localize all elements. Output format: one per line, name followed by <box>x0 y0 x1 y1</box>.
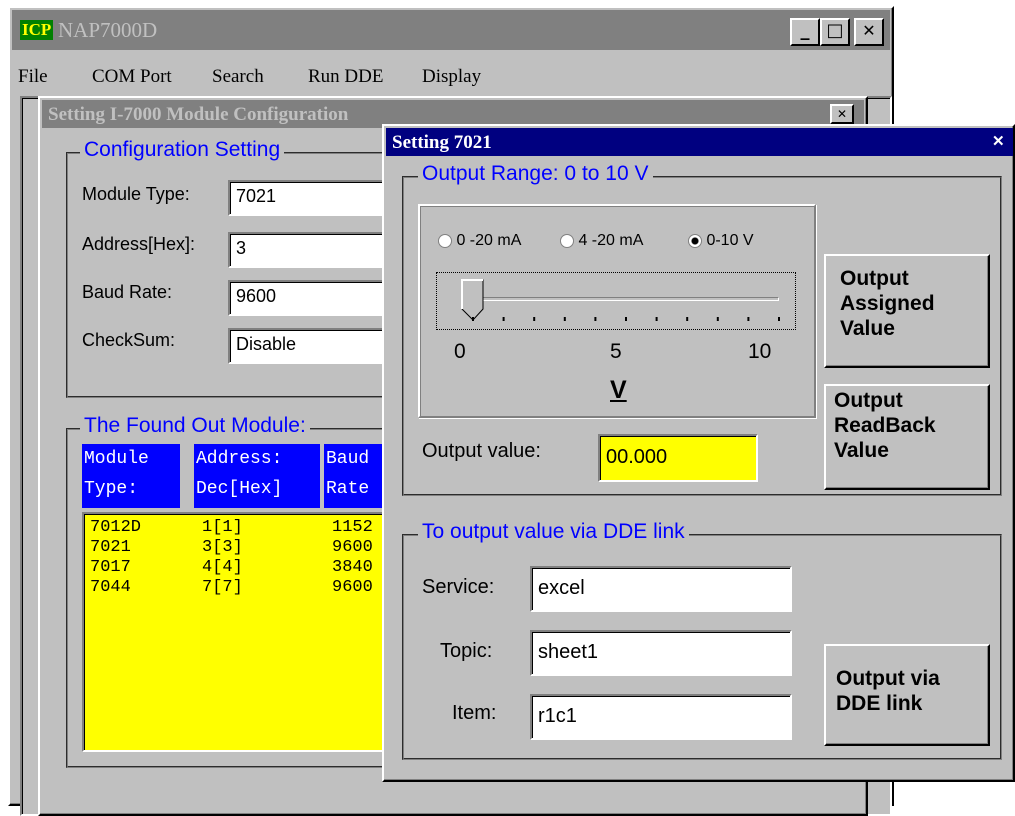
menu-search[interactable]: Search <box>212 66 264 88</box>
radio-0-10v[interactable]: 0-10 V <box>688 232 754 250</box>
radio-label: 4 -20 mA <box>578 232 644 249</box>
header-baud-rate: Baud Rate <box>324 444 384 508</box>
config-close-button[interactable]: ✕ <box>830 104 854 124</box>
config-window-title: Setting I-7000 Module Configuration <box>48 104 349 125</box>
list-item-type: 7017 <box>90 558 131 577</box>
icp-logo-icon: ICP <box>20 20 54 40</box>
list-item-address: 7[7] <box>202 578 243 597</box>
found-module-title: The Found Out Module: <box>80 414 310 438</box>
maximize-button[interactable]: □ <box>820 18 850 46</box>
radio-label: 0-10 V <box>706 232 754 249</box>
list-item-type: 7044 <box>90 578 131 597</box>
header-address-line1: Address: <box>196 449 283 469</box>
unit-label: V <box>610 376 627 404</box>
header-module-type-line1: Module <box>84 449 149 469</box>
setting-dialog-close-icon[interactable]: ✕ <box>992 132 1005 151</box>
list-item-baud: 9600 <box>332 538 373 557</box>
output-range-title: Output Range: 0 to 10 V <box>418 162 653 186</box>
setting-7021-dialog: Setting 7021 ✕ Output Range: 0 to 10 V 0… <box>382 124 1015 782</box>
service-field[interactable]: excel <box>530 566 792 612</box>
list-item-type: 7012D <box>90 518 142 537</box>
voltage-slider[interactable] <box>436 272 796 330</box>
menu-display[interactable]: Display <box>422 66 481 88</box>
radio-unchecked-icon <box>560 233 574 248</box>
list-item[interactable]: 7012D 1[1] 1152 <box>90 518 414 538</box>
radio-label: 0 -20 mA <box>456 232 522 249</box>
list-item-baud: 9600 <box>332 578 373 597</box>
list-item-address: 3[3] <box>202 538 243 557</box>
menu-com-port[interactable]: COM Port <box>92 66 172 88</box>
list-item[interactable]: 7044 7[7] 9600 <box>90 578 414 598</box>
radio-checked-icon <box>688 233 702 248</box>
radio-unchecked-icon <box>438 233 452 248</box>
checksum-label: CheckSum: <box>82 330 176 350</box>
item-field[interactable]: r1c1 <box>530 694 792 740</box>
tick-label-5: 5 <box>610 340 622 363</box>
header-address: Address: Dec[Hex] <box>194 444 320 508</box>
header-module-type-line2: Type: <box>84 479 139 499</box>
found-module-list[interactable]: 7012D 1[1] 1152 7021 3[3] 9600 7017 4[4]… <box>82 512 422 752</box>
setting-dialog-titlebar[interactable]: Setting 7021 ✕ <box>386 128 1013 156</box>
list-item[interactable]: 7017 4[4] 3840 <box>90 558 414 578</box>
menu-run-dde[interactable]: Run DDE <box>308 66 383 88</box>
baud-rate-label: Baud Rate: <box>82 282 173 302</box>
slider-track <box>473 297 779 301</box>
radio-0-20ma[interactable]: 0 -20 mA <box>438 232 521 250</box>
slider-ticks <box>472 317 780 321</box>
module-type-label: Module Type: <box>82 184 190 204</box>
list-item-address: 4[4] <box>202 558 243 577</box>
list-item-type: 7021 <box>90 538 131 557</box>
address-label: Address[Hex]: <box>82 234 196 254</box>
header-baud-line2: Rate <box>326 479 370 499</box>
output-value-field[interactable]: 00.000 <box>598 434 758 482</box>
header-baud-line1: Baud <box>326 449 370 469</box>
header-address-line2: Dec[Hex] <box>196 479 283 499</box>
tick-label-0: 0 <box>454 340 466 363</box>
output-value-label: Output value: <box>422 440 541 462</box>
service-label: Service: <box>422 576 495 598</box>
item-label: Item: <box>452 702 497 724</box>
list-item-baud: 3840 <box>332 558 373 577</box>
tick-label-10: 10 <box>748 340 772 363</box>
minimize-button[interactable]: _ <box>790 18 820 46</box>
header-module-type: Module Type: <box>82 444 180 508</box>
menu-bar: File COM Port Search Run DDE Display <box>12 64 890 94</box>
topic-label: Topic: <box>440 640 493 662</box>
menu-file[interactable]: File <box>18 66 48 88</box>
output-readback-value-button[interactable]: Output ReadBack Value <box>824 384 990 490</box>
config-setting-title: Configuration Setting <box>80 138 285 162</box>
list-item-address: 1[1] <box>202 518 243 537</box>
radio-4-20ma[interactable]: 4 -20 mA <box>560 232 643 250</box>
topic-field[interactable]: sheet1 <box>530 630 792 676</box>
list-item[interactable]: 7021 3[3] 9600 <box>90 538 414 558</box>
list-item-baud: 1152 <box>332 518 373 537</box>
main-window-titlebar[interactable]: ICP NAP7000D _ □ ✕ <box>12 10 890 50</box>
slider-thumb-icon[interactable] <box>461 279 485 321</box>
close-button[interactable]: ✕ <box>854 18 884 46</box>
setting-dialog-title: Setting 7021 <box>392 132 492 153</box>
dde-group-title: To output value via DDE link <box>418 520 689 544</box>
output-assigned-value-button[interactable]: Output Assigned Value <box>824 254 990 368</box>
main-window-title: NAP7000D <box>58 18 158 42</box>
output-via-dde-button[interactable]: Output via DDE link <box>824 644 990 746</box>
